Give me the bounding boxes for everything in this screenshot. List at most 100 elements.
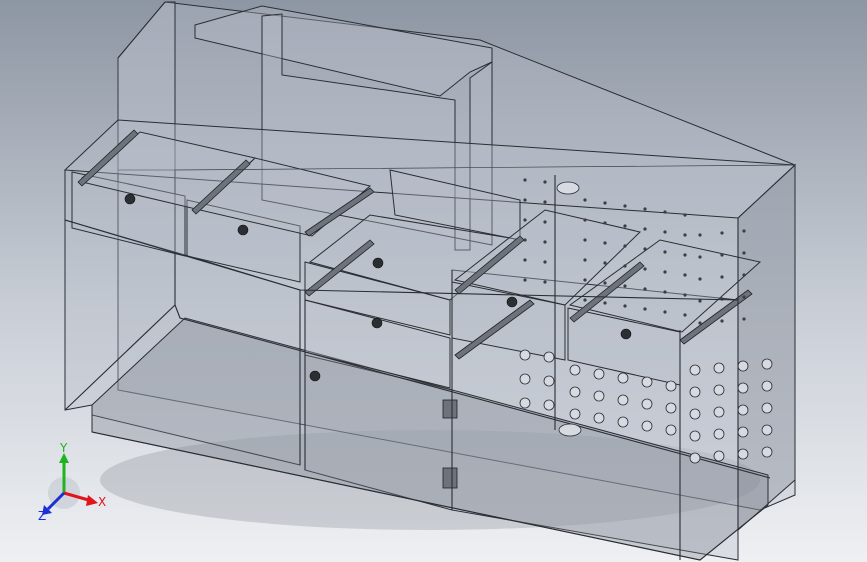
vent-hole: [689, 386, 701, 398]
vent-hole: [742, 317, 746, 321]
vent-hole: [523, 198, 527, 202]
vent-hole: [665, 424, 677, 436]
vent-hole: [543, 200, 547, 204]
vent-hole: [737, 404, 749, 416]
vent-hole: [698, 277, 702, 281]
vent-hole: [643, 247, 647, 251]
vent-hole: [689, 430, 701, 442]
vent-hole: [737, 426, 749, 438]
vent-hole: [720, 275, 724, 279]
vent-hole: [569, 408, 581, 420]
vent-hole: [683, 213, 687, 217]
vent-hole: [519, 397, 531, 409]
vent-hole: [761, 358, 773, 370]
vent-hole: [543, 240, 547, 244]
vent-hole: [663, 270, 667, 274]
vent-hole: [643, 207, 647, 211]
vent-hole: [683, 313, 687, 317]
vent-hole: [720, 253, 724, 257]
vent-hole: [683, 273, 687, 277]
vent-hole: [720, 319, 724, 323]
vent-hole: [617, 372, 629, 384]
vent-hole: [698, 233, 702, 237]
vent-hole: [643, 227, 647, 231]
vent-hole: [641, 376, 653, 388]
vent-hole: [665, 380, 677, 392]
vent-hole: [583, 238, 587, 242]
vent-hole: [698, 299, 702, 303]
vent-hole: [737, 448, 749, 460]
x-axis-label: X: [98, 495, 107, 509]
vent-hole: [569, 386, 581, 398]
vent-hole: [643, 287, 647, 291]
vent-hole: [737, 382, 749, 394]
vent-hole: [543, 399, 555, 411]
vent-hole: [689, 408, 701, 420]
z-axis-label: Z: [38, 509, 47, 523]
vent-hole: [761, 380, 773, 392]
vent-hole: [603, 221, 607, 225]
vent-hole: [519, 349, 531, 361]
vent-hole: [543, 180, 547, 184]
graphics-viewport[interactable]: Y X Z: [0, 0, 867, 562]
vent-hole: [643, 307, 647, 311]
vent-hole: [683, 253, 687, 257]
vent-hole: [617, 416, 629, 428]
vent-hole: [623, 224, 627, 228]
vent-hole: [583, 258, 587, 262]
vent-hole: [523, 218, 527, 222]
vent-hole: [543, 280, 547, 284]
vent-hole: [737, 360, 749, 372]
vent-hole: [617, 394, 629, 406]
vent-hole: [683, 233, 687, 237]
vent-hole: [543, 375, 555, 387]
vent-hole: [713, 406, 725, 418]
vent-hole: [523, 238, 527, 242]
vent-hole: [698, 321, 702, 325]
vent-hole: [641, 398, 653, 410]
vent-hole: [689, 452, 701, 464]
vent-hole: [583, 218, 587, 222]
vent-hole: [583, 278, 587, 282]
vent-hole: [543, 351, 555, 363]
vent-hole: [720, 231, 724, 235]
vent-hole: [593, 390, 605, 402]
vent-hole: [623, 304, 627, 308]
vent-hole: [663, 230, 667, 234]
vent-hole: [523, 278, 527, 282]
vent-hole: [603, 241, 607, 245]
cabinet-model[interactable]: [0, 0, 867, 562]
vent-hole: [543, 220, 547, 224]
vent-hole: [593, 368, 605, 380]
vent-hole: [603, 281, 607, 285]
vent-hole: [665, 402, 677, 414]
vent-hole: [569, 364, 581, 376]
vent-hole: [603, 301, 607, 305]
vent-hole: [583, 298, 587, 302]
vent-hole: [523, 178, 527, 182]
vent-hole: [761, 446, 773, 458]
vent-hole: [713, 450, 725, 462]
vent-hole: [713, 428, 725, 440]
vent-hole: [742, 229, 746, 233]
vent-hole: [742, 273, 746, 277]
vent-hole: [742, 295, 746, 299]
vent-hole: [519, 373, 531, 385]
vent-hole: [663, 290, 667, 294]
vent-hole: [689, 364, 701, 376]
vent-hole: [623, 264, 627, 268]
vent-hole: [643, 267, 647, 271]
vent-hole: [543, 260, 547, 264]
coordinate-triad: Y X Z: [30, 441, 120, 525]
vent-hole: [713, 384, 725, 396]
vent-hole: [761, 424, 773, 436]
vent-hole: [523, 258, 527, 262]
vent-hole: [663, 310, 667, 314]
vent-hole: [603, 201, 607, 205]
y-axis-label: Y: [60, 441, 68, 455]
vent-hole: [623, 244, 627, 248]
cable-grommet-top: [556, 181, 580, 195]
vent-hole: [663, 210, 667, 214]
vent-hole: [641, 420, 653, 432]
vent-hole: [593, 412, 605, 424]
